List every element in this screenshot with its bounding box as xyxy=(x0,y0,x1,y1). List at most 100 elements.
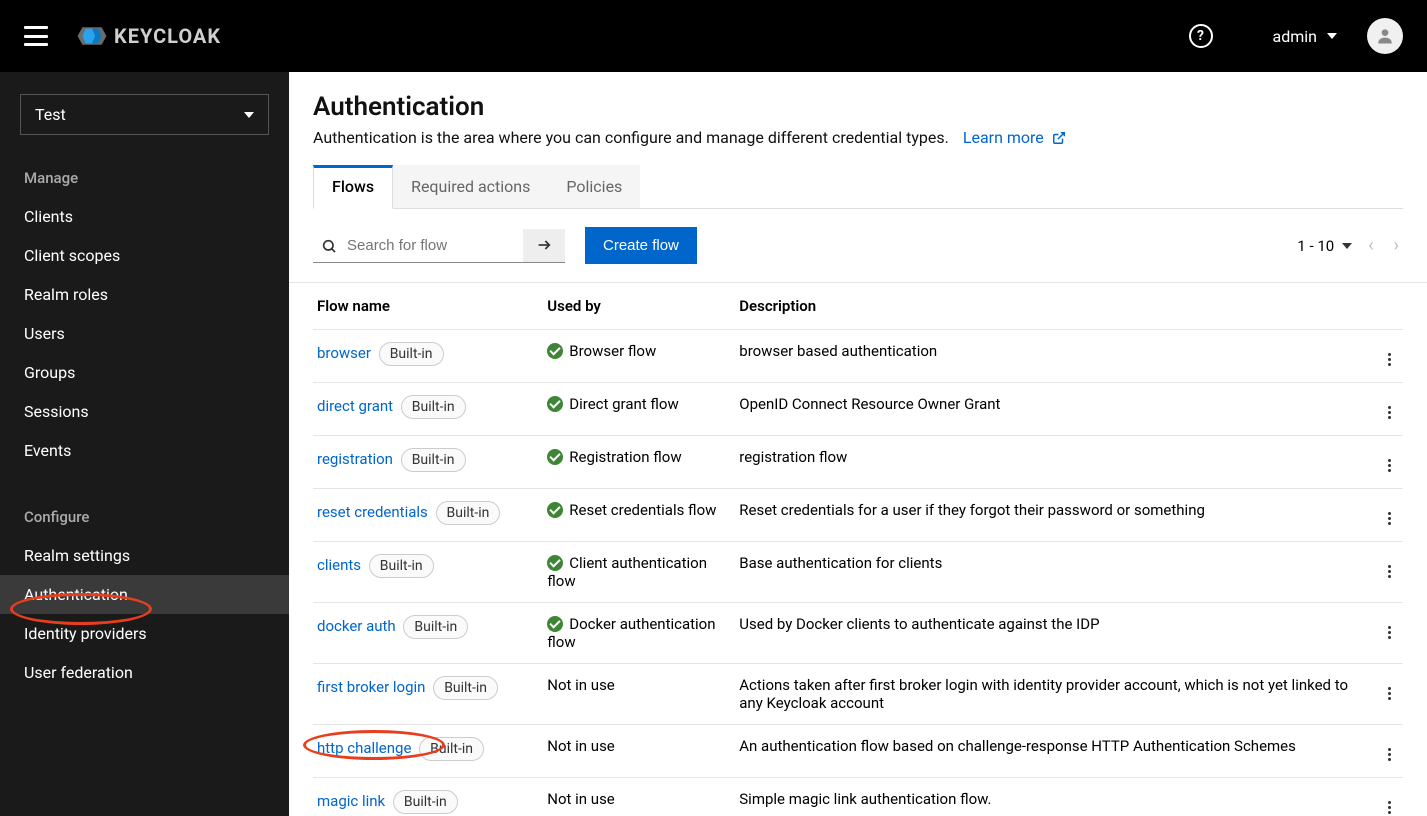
sidebar-item-user-federation[interactable]: User federation xyxy=(0,653,289,692)
tabs: FlowsRequired actionsPolicies xyxy=(313,165,1403,209)
column-header-flow-name: Flow name xyxy=(313,283,537,330)
caret-down-icon xyxy=(1327,33,1337,39)
create-flow-button[interactable]: Create flow xyxy=(585,227,697,264)
row-actions-kebab[interactable] xyxy=(1384,744,1395,765)
sidebar-item-users[interactable]: Users xyxy=(0,314,289,353)
help-icon[interactable]: ? xyxy=(1189,24,1213,48)
flows-table: Flow name Used by Description browser Bu… xyxy=(313,283,1403,816)
flow-link[interactable]: first broker login xyxy=(317,678,425,696)
row-actions-kebab[interactable] xyxy=(1384,683,1395,704)
builtin-badge: Built-in xyxy=(433,676,498,700)
flow-link[interactable]: registration xyxy=(317,450,393,468)
sidebar-item-realm-roles[interactable]: Realm roles xyxy=(0,275,289,314)
page-title: Authentication xyxy=(313,92,1403,122)
pager-next-button[interactable]: › xyxy=(1390,231,1403,260)
description-cell: Base authentication for clients xyxy=(729,542,1363,603)
builtin-badge: Built-in xyxy=(401,448,466,472)
realm-selector[interactable]: Test xyxy=(20,94,269,135)
row-actions-kebab[interactable] xyxy=(1384,622,1395,643)
table-row: http challenge Built-in Not in useAn auth… xyxy=(313,725,1403,778)
brand-mark-icon xyxy=(76,24,108,48)
check-circle-icon xyxy=(547,449,563,465)
pager-prev-button[interactable]: ‹ xyxy=(1364,231,1377,260)
row-actions-kebab[interactable] xyxy=(1384,797,1395,816)
learn-more-link[interactable]: Learn more xyxy=(963,128,1066,147)
row-actions-kebab[interactable] xyxy=(1384,561,1395,582)
description-cell: Actions taken after first broker login w… xyxy=(729,664,1363,725)
used-by-cell: Browser flow xyxy=(537,330,729,383)
used-by-cell: Not in use xyxy=(537,778,729,816)
table-row: browser Built-inBrowser flowbrowser base… xyxy=(313,330,1403,383)
used-by-cell: Client authentication flow xyxy=(537,542,729,603)
realm-name: Test xyxy=(35,105,66,124)
sidebar-item-clients[interactable]: Clients xyxy=(0,197,289,236)
tab-required-actions[interactable]: Required actions xyxy=(393,165,548,208)
sidebar-item-authentication[interactable]: Authentication xyxy=(0,575,289,614)
description-cell: browser based authentication xyxy=(729,330,1363,383)
caret-down-icon xyxy=(1342,243,1352,249)
check-circle-icon xyxy=(547,502,563,518)
sidebar-item-identity-providers[interactable]: Identity providers xyxy=(0,614,289,653)
search-input[interactable] xyxy=(313,229,523,263)
menu-toggle-icon[interactable] xyxy=(24,26,48,46)
flow-link[interactable]: browser xyxy=(317,344,371,362)
row-actions-kebab[interactable] xyxy=(1384,508,1395,529)
check-circle-icon xyxy=(547,555,563,571)
flow-link[interactable]: reset credentials xyxy=(317,503,428,521)
pager-range-dropdown[interactable]: 1 - 10 xyxy=(1297,237,1352,255)
column-header-description: Description xyxy=(729,283,1363,330)
used-by-cell: Direct grant flow xyxy=(537,383,729,436)
page-description: Authentication is the area where you can… xyxy=(313,128,1403,147)
builtin-badge: Built-in xyxy=(419,737,484,761)
description-cell: Reset credentials for a user if they for… xyxy=(729,489,1363,542)
external-link-icon xyxy=(1052,131,1066,145)
row-actions-kebab[interactable] xyxy=(1384,402,1395,423)
builtin-badge: Built-in xyxy=(369,554,434,578)
flow-link[interactable]: clients xyxy=(317,556,361,574)
used-by-cell: Registration flow xyxy=(537,436,729,489)
arrow-right-icon xyxy=(536,237,552,253)
description-cell: An authentication flow based on challeng… xyxy=(729,725,1363,778)
used-by-cell: Docker authentication flow xyxy=(537,603,729,664)
flow-link[interactable]: docker auth xyxy=(317,617,396,635)
row-actions-kebab[interactable] xyxy=(1384,455,1395,476)
check-circle-icon xyxy=(547,616,563,632)
sidebar-item-realm-settings[interactable]: Realm settings xyxy=(0,536,289,575)
tab-policies[interactable]: Policies xyxy=(548,165,640,208)
description-cell: Simple magic link authentication flow. xyxy=(729,778,1363,816)
toolbar: Create flow 1 - 10 ‹ › xyxy=(289,209,1427,283)
avatar[interactable] xyxy=(1367,18,1403,54)
sidebar-item-groups[interactable]: Groups xyxy=(0,353,289,392)
flow-link[interactable]: http challenge xyxy=(317,739,411,757)
check-circle-icon xyxy=(547,396,563,412)
table-row: direct grant Built-inDirect grant flowOp… xyxy=(313,383,1403,436)
table-row: registration Built-inRegistration flowre… xyxy=(313,436,1403,489)
sidebar-item-client-scopes[interactable]: Client scopes xyxy=(0,236,289,275)
nav-heading: Configure xyxy=(0,498,289,536)
pager: 1 - 10 ‹ › xyxy=(1297,231,1403,260)
used-by-cell: Not in use xyxy=(537,664,729,725)
description-cell: Used by Docker clients to authenticate a… xyxy=(729,603,1363,664)
used-by-cell: Not in use xyxy=(537,725,729,778)
table-row: docker auth Built-in Docker authenticatio… xyxy=(313,603,1403,664)
brand-logo[interactable]: KEYCLOAK xyxy=(76,24,221,48)
builtin-badge: Built-in xyxy=(393,790,458,814)
tab-flows[interactable]: Flows xyxy=(313,165,393,209)
table-row: clients Built-in Client authentication fl… xyxy=(313,542,1403,603)
flow-link[interactable]: direct grant xyxy=(317,397,393,415)
search-submit-button[interactable] xyxy=(523,229,565,263)
sidebar-item-events[interactable]: Events xyxy=(0,431,289,470)
top-bar: KEYCLOAK ? admin xyxy=(0,0,1427,72)
row-actions-kebab[interactable] xyxy=(1384,349,1395,370)
user-menu[interactable]: admin xyxy=(1273,27,1337,46)
used-by-cell: Reset credentials flow xyxy=(537,489,729,542)
main-content: Authentication Authentication is the are… xyxy=(289,72,1427,816)
sidebar: Test ManageClientsClient scopesRealm rol… xyxy=(0,72,289,816)
flow-link[interactable]: magic link xyxy=(317,792,385,810)
table-row: magic link Built-in Not in useSimple magi… xyxy=(313,778,1403,816)
avatar-icon xyxy=(1375,26,1395,46)
check-circle-icon xyxy=(547,343,563,359)
sidebar-item-sessions[interactable]: Sessions xyxy=(0,392,289,431)
nav-heading: Manage xyxy=(0,159,289,197)
builtin-badge: Built-in xyxy=(403,615,468,639)
